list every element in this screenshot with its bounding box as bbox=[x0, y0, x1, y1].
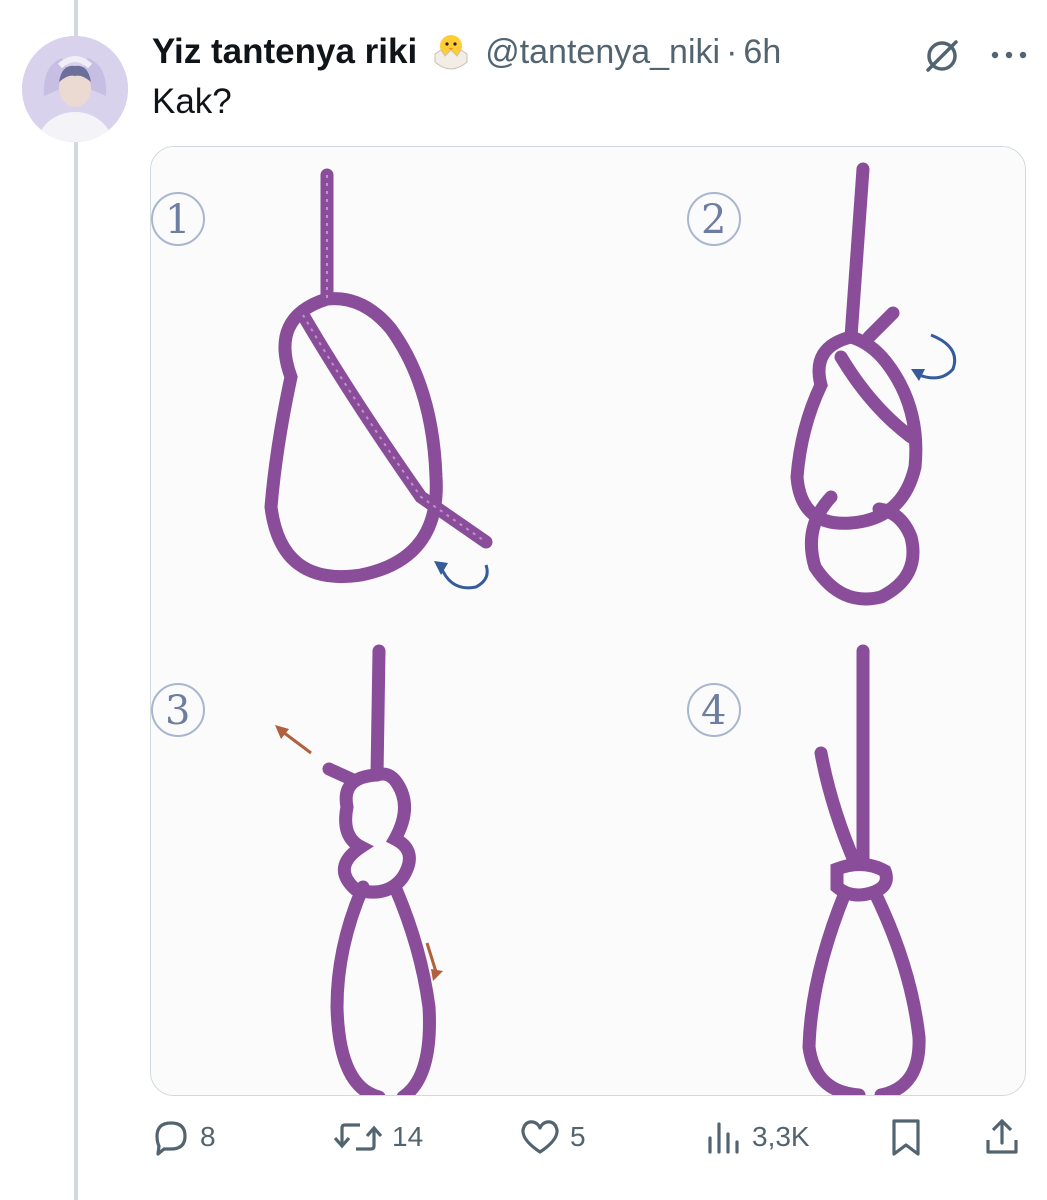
knot-instructions-image: 1 2 3 4 bbox=[151, 147, 1025, 1095]
reply-count: 8 bbox=[200, 1121, 216, 1152]
view-count: 3,3K bbox=[752, 1121, 810, 1152]
views-icon bbox=[708, 1122, 739, 1154]
display-name[interactable]: Yiz tantenya riki bbox=[152, 32, 417, 72]
repost-button[interactable]: 14 bbox=[332, 1112, 423, 1162]
hatching-chick-icon bbox=[434, 35, 468, 70]
like-count: 5 bbox=[570, 1121, 586, 1152]
step-3-label: 3 bbox=[165, 688, 190, 734]
repost-icon bbox=[333, 1123, 383, 1151]
tweet-media[interactable]: 1 2 3 4 bbox=[150, 146, 1026, 1096]
repost-count: 14 bbox=[392, 1121, 424, 1152]
tweet-header: Yiz tantenya riki @tantenya_niki · 6h bbox=[152, 28, 781, 76]
grok-icon[interactable] bbox=[920, 34, 964, 78]
avatar-image bbox=[22, 36, 128, 142]
views-button[interactable]: 3,3K bbox=[704, 1112, 810, 1162]
thread-line bbox=[74, 0, 78, 1200]
share-icon bbox=[986, 1119, 1018, 1154]
avatar[interactable] bbox=[22, 36, 128, 142]
reply-button[interactable]: 8 bbox=[150, 1112, 216, 1162]
bookmark-icon bbox=[892, 1119, 920, 1156]
like-button[interactable]: 5 bbox=[518, 1112, 586, 1162]
tweet-actions: 8 14 5 3,3K bbox=[150, 1112, 1030, 1162]
more-options-icon[interactable] bbox=[985, 40, 1033, 70]
step-2-label: 2 bbox=[701, 197, 726, 243]
bookmark-button[interactable] bbox=[886, 1112, 926, 1162]
step-4-label: 4 bbox=[701, 688, 726, 734]
tweet-text: Kak? bbox=[152, 82, 232, 121]
handle[interactable]: @tantenya_niki bbox=[485, 33, 720, 72]
step-1-label: 1 bbox=[165, 197, 190, 243]
heart-icon bbox=[521, 1120, 559, 1154]
separator-dot: · bbox=[726, 32, 738, 71]
share-button[interactable] bbox=[982, 1112, 1022, 1162]
timestamp[interactable]: 6h bbox=[743, 33, 781, 72]
reply-icon bbox=[155, 1121, 187, 1156]
